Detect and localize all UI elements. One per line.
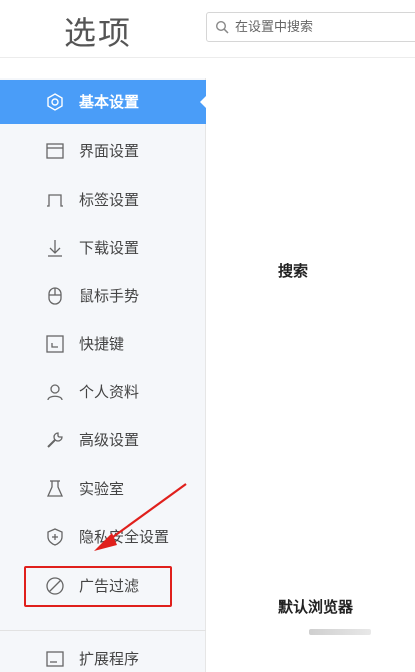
sidebar-divider <box>0 630 206 631</box>
page-title: 选项 <box>64 14 133 52</box>
sidebar-item-tab-settings[interactable]: 标签设置 <box>0 178 206 222</box>
tab-icon <box>45 190 65 210</box>
sidebar-top-gap <box>0 58 206 78</box>
wrench-icon <box>45 430 65 450</box>
sidebar-item-label: 快捷键 <box>79 335 125 353</box>
mouse-icon <box>45 286 65 306</box>
sidebar-item-label: 高级设置 <box>79 431 140 449</box>
sidebar-item-label: 鼠标手势 <box>79 287 140 305</box>
user-icon <box>45 382 65 402</box>
header: 选项 <box>0 0 415 58</box>
sidebar-item-lab[interactable]: 实验室 <box>0 467 206 511</box>
blurred-content <box>309 629 371 635</box>
sidebar-item-label: 基本设置 <box>79 93 140 111</box>
sidebar-item-label: 下载设置 <box>79 239 140 257</box>
download-icon <box>45 238 65 258</box>
sidebar-item-basic-settings[interactable]: 基本设置 <box>0 80 207 124</box>
highlight-box <box>24 566 172 607</box>
extension-icon <box>45 649 65 669</box>
active-indicator <box>200 95 207 109</box>
section-title-default-browser: 默认浏览器 <box>278 598 354 616</box>
sidebar-item-extensions[interactable]: 扩展程序 <box>0 637 206 672</box>
shortcut-icon <box>45 334 65 354</box>
sidebar-item-shortcuts[interactable]: 快捷键 <box>0 322 206 366</box>
sidebar-item-profile[interactable]: 个人资料 <box>0 370 206 414</box>
sidebar-item-download-settings[interactable]: 下载设置 <box>0 226 206 270</box>
sidebar-item-label: 实验室 <box>79 480 125 498</box>
sidebar-item-label: 隐私安全设置 <box>79 528 170 546</box>
sidebar-item-label: 界面设置 <box>79 142 140 160</box>
main-content: 搜索 默认浏览器 <box>207 58 415 672</box>
section-title-search: 搜索 <box>278 262 309 280</box>
sidebar-item-advanced-settings[interactable]: 高级设置 <box>0 418 206 462</box>
search-box[interactable] <box>206 12 415 42</box>
sidebar-item-interface-settings[interactable]: 界面设置 <box>0 129 206 173</box>
sidebar-item-label: 个人资料 <box>79 383 140 401</box>
window-icon <box>45 141 65 161</box>
search-icon <box>215 20 229 34</box>
sidebar-item-mouse-gestures[interactable]: 鼠标手势 <box>0 274 206 318</box>
sidebar-item-label: 扩展程序 <box>79 650 140 668</box>
gear-icon <box>45 92 65 112</box>
search-input[interactable] <box>235 16 415 38</box>
flask-icon <box>45 479 65 499</box>
shield-icon <box>45 527 65 547</box>
sidebar-item-label: 标签设置 <box>79 191 140 209</box>
sidebar-item-privacy-security[interactable]: 隐私安全设置 <box>0 515 206 559</box>
